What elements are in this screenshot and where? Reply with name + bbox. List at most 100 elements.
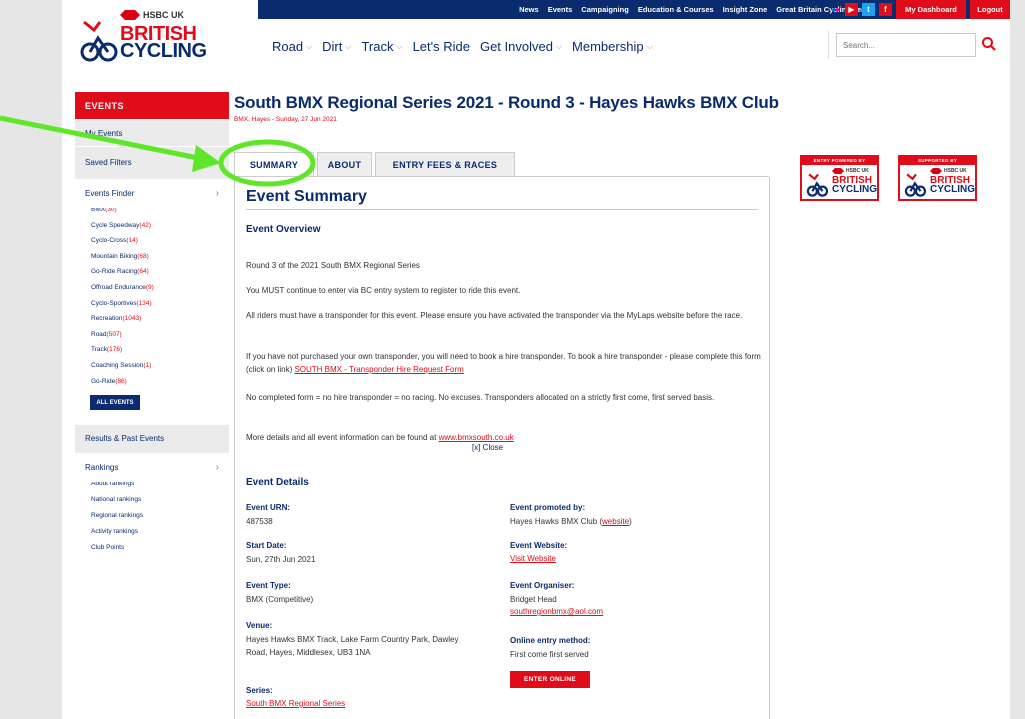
all-events-button[interactable]: ALL EVENTS <box>90 395 140 411</box>
chevron-down-icon: ⌵ <box>306 41 313 51</box>
nav-lets-ride[interactable]: Let's Ride <box>413 39 470 54</box>
discipline-link[interactable]: Road(507) <box>75 327 229 343</box>
organiser-email-link[interactable]: southregionbmx@aol.com <box>510 607 603 616</box>
ranking-link[interactable]: Club Points <box>75 540 229 556</box>
sidebar-item-saved-filters[interactable]: Saved Filters <box>75 146 229 177</box>
chevron-down-icon: ⌵ <box>646 41 653 51</box>
event-type-value: BMX (Competitive) <box>246 595 314 604</box>
start-date-value: Sun, 27th Jun 2021 <box>246 555 316 564</box>
top-links: News Events Campaigning Education & Cour… <box>519 0 872 19</box>
chevron-right-icon: › <box>215 188 219 199</box>
overview-para-2: You MUST continue to enter via BC entry … <box>246 286 521 295</box>
discipline-link[interactable]: Coaching Session(1) <box>75 358 229 374</box>
divider <box>246 209 758 210</box>
ranking-link[interactable]: National rankings <box>75 492 229 508</box>
tab-entry-fees[interactable]: ENTRY FEES & RACES <box>375 152 515 176</box>
summary-panel: Event Summary Event Overview Round 3 of … <box>234 176 770 719</box>
discipline-list: BMX(30) Cycle Speedway(42) Cyclo-Cross(14)… <box>75 202 229 389</box>
sidebar-item-my-events[interactable]: My Events <box>75 119 229 146</box>
nav-membership[interactable]: Membership ⌵ <box>572 39 653 54</box>
top-link-events[interactable]: Events <box>548 5 573 14</box>
event-tabs: SUMMARY ABOUT ENTRY FEES & RACES <box>234 152 515 177</box>
discipline-link[interactable]: Go-Ride Racing(64) <box>75 264 229 280</box>
chevron-down-icon: ⌵ <box>396 41 403 51</box>
supported-by-badge: SUPPORTED BY HSBC UK BRITISH CYCLING <box>898 155 977 201</box>
discipline-link[interactable]: Recreation(1043) <box>75 311 229 327</box>
event-subtitle: BMX, Hayes - Sunday, 27 Jun 2021 <box>234 116 337 123</box>
rankings-list: About rankings National rankings Regiona… <box>75 476 229 556</box>
flickr-icon[interactable]: ●● <box>831 5 840 14</box>
twitter-icon[interactable]: t <box>862 3 875 16</box>
search-box <box>828 31 1001 59</box>
top-link-campaigning[interactable]: Campaigning <box>581 5 629 14</box>
discipline-link[interactable]: Go-Ride(86) <box>75 374 229 390</box>
sidebar-item-events-finder[interactable]: Events Finder › <box>75 177 229 208</box>
start-date-label: Start Date: <box>246 541 287 550</box>
transponder-form-link[interactable]: SOUTH BMX - Transponder Hire Request For… <box>294 365 463 374</box>
top-link-insight[interactable]: Insight Zone <box>723 5 768 14</box>
organiser-name: Bridget Head <box>510 595 557 604</box>
entry-method-label: Online entry method: <box>510 636 591 645</box>
overview-heading: Event Overview <box>246 224 321 235</box>
cyclist-icon <box>80 20 118 62</box>
nav-track[interactable]: Track ⌵ <box>361 39 402 54</box>
sidebar-item-rankings[interactable]: Rankings › <box>75 451 229 483</box>
my-dashboard-button[interactable]: My Dashboard <box>896 0 966 19</box>
top-bar: News Events Campaigning Education & Cour… <box>258 0 1010 19</box>
series-label: Series: <box>246 686 273 695</box>
overview-para-5: No completed form = no hire transponder … <box>246 393 715 402</box>
logout-button[interactable]: Logout <box>969 0 1010 19</box>
discipline-link[interactable]: Mountain Biking(68) <box>75 249 229 265</box>
venue-value: Hayes Hawks BMX Track, Lake Farm Country… <box>246 635 459 657</box>
youtube-icon[interactable]: ▶ <box>845 3 858 16</box>
entry-method-value: First come first served <box>510 650 589 659</box>
hsbc-logo: HSBC UK <box>120 10 184 20</box>
overview-para-3: All riders must have a transponder for t… <box>246 311 743 320</box>
cyclist-icon <box>904 173 927 197</box>
events-sidebar: EVENTS My Events Saved Filters Events Fi… <box>75 92 229 556</box>
overview-para-4: If you have not purchased your own trans… <box>246 352 761 374</box>
event-type-label: Event Type: <box>246 581 291 590</box>
british-cycling-logo[interactable]: HSBC UK BRITISH CYCLING <box>80 8 220 66</box>
urn-label: Event URN: <box>246 503 291 512</box>
search-icon[interactable] <box>981 36 997 52</box>
search-input[interactable] <box>836 33 976 57</box>
summary-heading: Event Summary <box>246 188 367 205</box>
nav-get-involved[interactable]: Get Involved ⌵ <box>480 39 562 54</box>
event-title: South BMX Regional Series 2021 - Round 3… <box>234 93 779 112</box>
chevron-down-icon: ⌵ <box>555 41 563 51</box>
series-link[interactable]: South BMX Regional Series <box>246 699 345 708</box>
cyclist-icon <box>806 173 829 197</box>
main-nav: Road ⌵ Dirt ⌵ Track ⌵ Let's Ride Get Involv… <box>272 39 653 54</box>
sidebar-item-results[interactable]: Results & Past Events <box>75 424 229 452</box>
top-link-news[interactable]: News <box>519 5 539 14</box>
chevron-down-icon: ⌵ <box>345 41 352 51</box>
tab-about[interactable]: ABOUT <box>317 152 372 176</box>
promoted-by-label: Event promoted by: <box>510 503 586 512</box>
chevron-right-icon: › <box>215 462 219 474</box>
page: News Events Campaigning Education & Cour… <box>62 0 1010 719</box>
bmxsouth-link[interactable]: www.bmxsouth.co.uk <box>439 433 514 442</box>
nav-dirt[interactable]: Dirt ⌵ <box>322 39 351 54</box>
enter-online-button[interactable]: ENTER ONLINE <box>510 671 590 688</box>
discipline-link[interactable]: Cyclo-Cross(14) <box>75 233 229 249</box>
overview-para-1: Round 3 of the 2021 South BMX Regional S… <box>246 261 420 270</box>
promoter-website-link[interactable]: website <box>602 517 629 526</box>
visit-website-link[interactable]: Visit Website <box>510 554 556 563</box>
discipline-link[interactable]: Cycle Speedway(42) <box>75 218 229 234</box>
ranking-link[interactable]: Regional rankings <box>75 508 229 524</box>
logo-text-cycling: CYCLING <box>120 40 207 62</box>
top-link-education[interactable]: Education & Courses <box>638 5 714 14</box>
close-link[interactable]: [x] Close <box>472 443 503 452</box>
nav-road[interactable]: Road ⌵ <box>272 39 312 54</box>
venue-label: Venue: <box>246 621 273 630</box>
event-website-label: Event Website: <box>510 541 568 550</box>
discipline-link[interactable]: Track(176) <box>75 342 229 358</box>
discipline-link[interactable]: Offroad Endurance(9) <box>75 280 229 296</box>
tab-summary[interactable]: SUMMARY <box>234 152 314 177</box>
facebook-icon[interactable]: f <box>879 3 892 16</box>
ranking-link[interactable]: Activity rankings <box>75 524 229 540</box>
promoted-by-value: Hayes Hawks BMX Club (website) <box>510 517 632 526</box>
discipline-link[interactable]: Cyclo-Sportives(134) <box>75 296 229 312</box>
sidebar-title: EVENTS <box>75 92 229 119</box>
